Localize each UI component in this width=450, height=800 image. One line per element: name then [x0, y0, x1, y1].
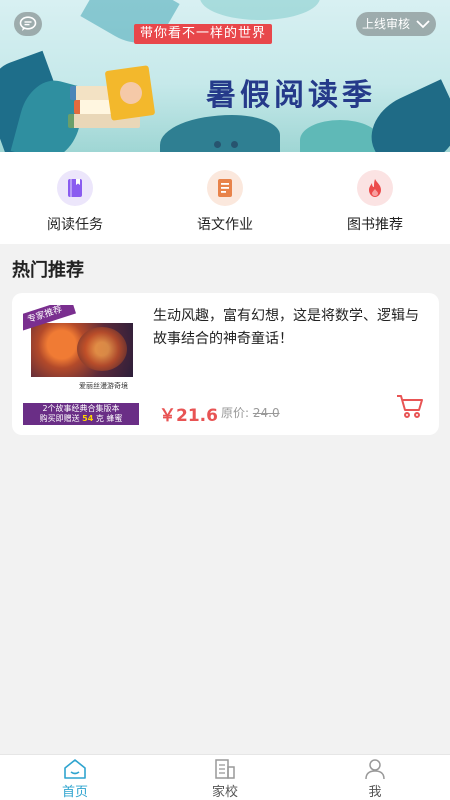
book-icon	[57, 170, 93, 206]
product-description: 生动风趣，富有幻想，这是将数学、逻辑与故事结合的神奇童话！	[153, 308, 419, 347]
section-title: 热门推荐	[12, 260, 84, 281]
banner-decoration	[300, 120, 380, 152]
carousel-dot[interactable]	[231, 141, 238, 148]
nav-label: 我	[368, 785, 382, 800]
original-price: 原价: 24.0	[221, 406, 280, 420]
review-label: 上线审核	[362, 17, 411, 31]
carousel-dot[interactable]	[214, 141, 221, 148]
menu-item-reading-task[interactable]: 阅读任务	[0, 152, 150, 244]
chat-bubble-icon	[19, 16, 37, 31]
message-button[interactable]	[14, 12, 42, 36]
menu-item-chinese-homework[interactable]: 语文作业	[150, 152, 300, 244]
user-icon	[365, 759, 385, 780]
nav-tab-school[interactable]: 家校	[150, 755, 300, 800]
quick-menu: 阅读任务 语文作业 图书推荐	[0, 152, 450, 244]
building-icon	[215, 759, 235, 779]
nav-tab-me[interactable]: 我	[300, 755, 450, 800]
nav-tab-home[interactable]: 首页	[0, 755, 150, 800]
nav-label: 家校	[211, 785, 238, 800]
reader-illustration	[120, 82, 142, 104]
menu-label: 语文作业	[197, 217, 253, 233]
document-icon	[207, 170, 243, 206]
home-icon	[64, 759, 86, 779]
flame-icon	[357, 170, 393, 206]
banner-carousel[interactable]: 带你看不一样的世界 暑假阅读季 上线审核	[0, 0, 450, 152]
book-cover-image[interactable]: 专家推荐 爱丽丝漫游奇境 2个故事经典合集版本 购买即赠送 54 克 蜂蜜	[23, 305, 139, 425]
chevron-down-icon	[416, 20, 430, 29]
carousel-indicator	[214, 141, 238, 148]
banner-slogan: 带你看不一样的世界	[134, 24, 273, 44]
menu-item-book-recommend[interactable]: 图书推荐	[300, 152, 450, 244]
banner-title: 暑假阅读季	[206, 78, 376, 113]
product-price: ￥21.6	[159, 406, 218, 426]
cover-promo-band: 2个故事经典合集版本 购买即赠送 54 克 蜂蜜	[23, 403, 139, 425]
banner-decoration	[200, 0, 320, 20]
review-toggle-button[interactable]: 上线审核	[356, 12, 436, 36]
nav-label: 首页	[61, 785, 88, 800]
menu-label: 图书推荐	[347, 217, 403, 233]
bottom-nav: 首页 家校 我	[0, 754, 450, 800]
product-card[interactable]: 专家推荐 爱丽丝漫游奇境 2个故事经典合集版本 购买即赠送 54 克 蜂蜜 生动…	[12, 293, 439, 435]
cover-title: 爱丽丝漫游奇境	[79, 382, 128, 390]
menu-label: 阅读任务	[47, 217, 103, 233]
add-to-cart-icon[interactable]	[396, 393, 424, 419]
